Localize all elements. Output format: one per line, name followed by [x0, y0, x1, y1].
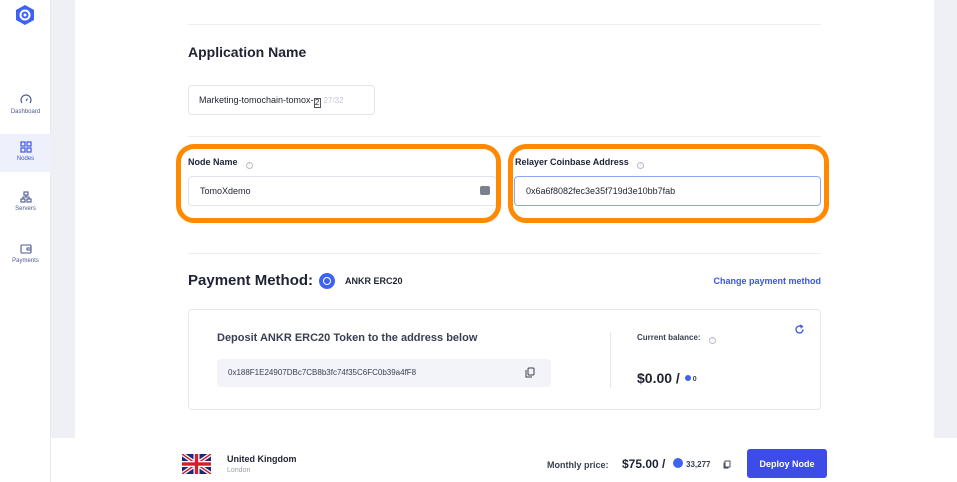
- deposit-title: Deposit ANKR ERC20 Token to the address …: [217, 332, 478, 344]
- current-balance-label-text: Current balance:: [637, 333, 701, 342]
- application-name-input[interactable]: Marketing-tomochain-tomox-2 27/32: [188, 85, 375, 115]
- deposit-address: 0x188F1E24907DBc7CB8b3fc74f35C6FC0b39a4f…: [228, 368, 417, 377]
- sidebar-item-payments[interactable]: Payments: [0, 243, 51, 271]
- deploy-node-button[interactable]: Deploy Node: [747, 449, 827, 478]
- monthly-price-label: Monthly price:: [547, 460, 609, 470]
- deploy-footer: United Kingdom London Monthly price: $75…: [51, 438, 957, 482]
- payment-method-title: Payment Method:: [188, 272, 314, 289]
- gauge-icon: [19, 94, 32, 104]
- application-name-value: Marketing-tomochain-tomox-: [199, 95, 314, 105]
- help-icon[interactable]: ?: [708, 337, 716, 344]
- copy-icon[interactable]: [525, 367, 535, 378]
- character-counter: 27/32: [323, 96, 344, 105]
- change-payment-method-link[interactable]: Change payment method: [713, 276, 821, 286]
- sidebar-item-label: Payments: [12, 258, 39, 264]
- region-city: London: [227, 467, 251, 474]
- sidebar-item-label: Servers: [15, 206, 36, 212]
- page-margin: [934, 0, 957, 482]
- ankr-token-icon: [673, 458, 683, 468]
- monthly-price-usd: $75.00 /: [622, 457, 666, 471]
- current-balance-value: $0.00 / 0: [637, 370, 697, 386]
- deposit-card: Deposit ANKR ERC20 Token to the address …: [188, 309, 821, 410]
- ankr-token-icon: [319, 273, 335, 289]
- application-name-title: Application Name: [188, 44, 307, 60]
- vertical-divider: [610, 332, 611, 388]
- monthly-price-ankr: 33,277: [686, 460, 711, 469]
- sidebar-item-dashboard[interactable]: Dashboard: [0, 92, 51, 120]
- ankr-logo-icon[interactable]: [14, 4, 36, 26]
- uk-flag-icon: [182, 454, 211, 474]
- servers-icon: [19, 191, 32, 203]
- main-panel: Application Name Marketing-tomochain-tom…: [75, 0, 934, 438]
- highlight-relayer-address: [508, 144, 829, 223]
- payment-method-row: Payment Method: ANKR ERC20 Change paymen…: [188, 272, 821, 292]
- divider: [188, 24, 821, 25]
- wallet-icon: [19, 244, 32, 254]
- sidebar-item-nodes[interactable]: Nodes: [0, 134, 51, 172]
- balance-token: 0: [692, 376, 697, 383]
- copy-icon[interactable]: [723, 460, 731, 469]
- sidebar-item-servers[interactable]: Servers: [0, 191, 51, 219]
- balance-usd: $0.00 /: [637, 370, 680, 386]
- deposit-address-box: 0x188F1E24907DBc7CB8b3fc74f35C6FC0b39a4f…: [217, 359, 551, 387]
- sidebar: Dashboard Nodes Servers Payments: [0, 0, 51, 482]
- divider: [188, 253, 821, 254]
- sidebar-item-label: Nodes: [16, 156, 35, 162]
- refresh-icon[interactable]: [794, 324, 805, 335]
- sidebar-item-label: Dashboard: [10, 109, 41, 115]
- divider: [188, 136, 821, 137]
- text-cursor: 2: [313, 98, 321, 108]
- region-country: United Kingdom: [227, 454, 297, 464]
- grid-icon: [19, 141, 32, 153]
- ankr-token-icon: [684, 375, 691, 381]
- payment-token-name: ANKR ERC20: [345, 276, 403, 286]
- highlight-node-name: [176, 144, 501, 223]
- current-balance-label: Current balance:?: [637, 333, 716, 344]
